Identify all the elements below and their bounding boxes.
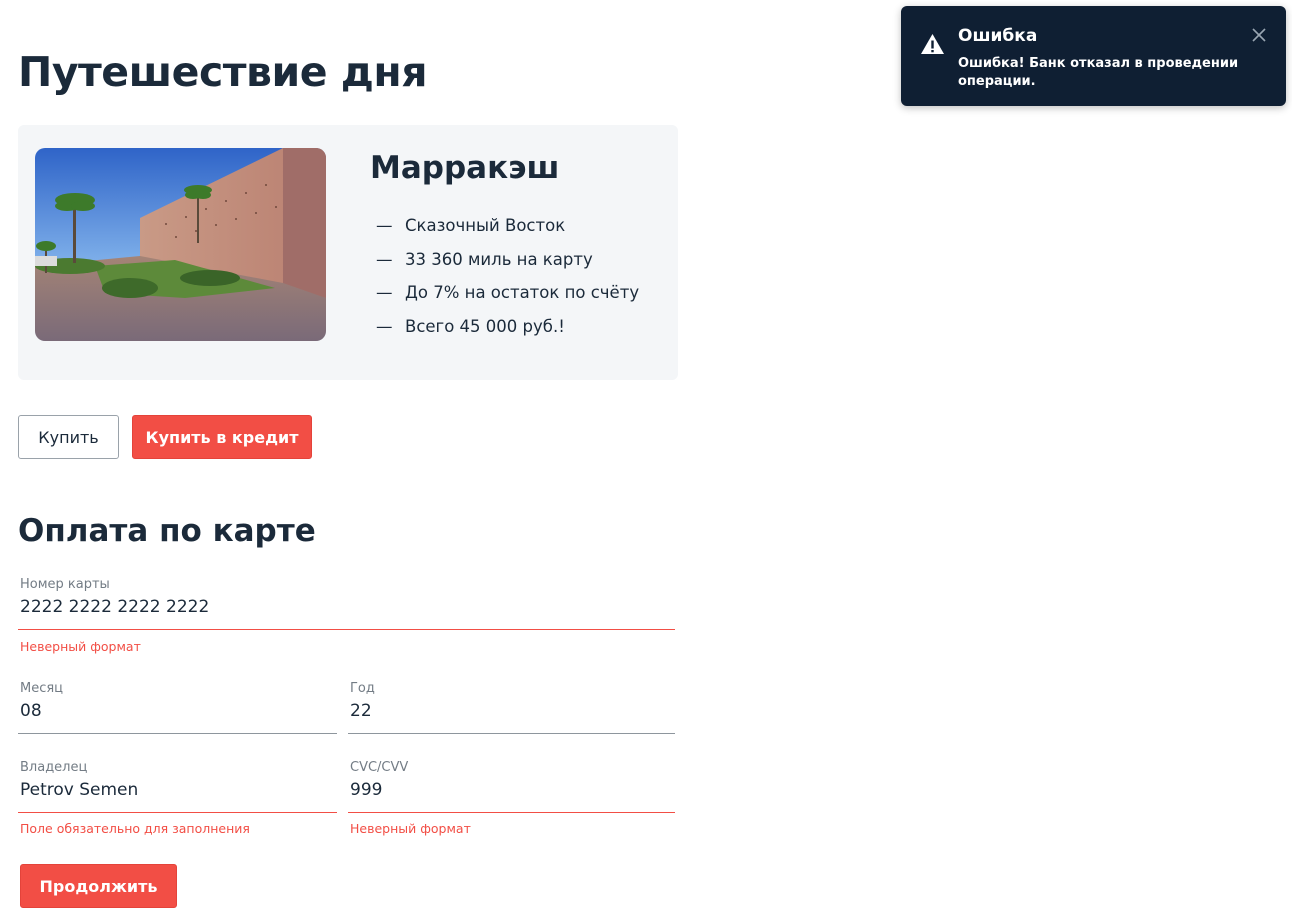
feature-dash: — <box>376 216 393 235</box>
month-label: Месяц <box>20 681 64 696</box>
tour-image <box>35 148 326 341</box>
notification-title: Ошибка <box>958 26 1038 46</box>
tour-features: — Сказочный Восток —33 360 миль на карту … <box>376 215 639 349</box>
owner-error: Поле обязательно для заполнения <box>20 821 250 836</box>
cvc-underline <box>348 812 675 813</box>
close-icon[interactable] <box>1250 26 1268 44</box>
month-input[interactable]: 08 <box>20 701 42 721</box>
owner-underline <box>18 812 337 813</box>
feature-dash: — <box>376 283 393 302</box>
buy-button[interactable]: Купить <box>18 415 119 459</box>
card-number-input[interactable]: 2222 2222 2222 2222 <box>20 597 209 617</box>
feature-item: — Всего 45 000 руб.! <box>376 316 639 350</box>
feature-text: До 7% на остаток по счёту <box>405 283 640 302</box>
page-title: Путешествие дня <box>18 48 428 96</box>
card-number-underline <box>18 629 675 630</box>
feature-text: Всего 45 000 руб.! <box>405 316 565 336</box>
cvc-input[interactable]: 999 <box>350 780 382 800</box>
card-number-field[interactable]: Номер карты 2222 2222 2222 2222 Неверный… <box>18 575 675 657</box>
card-number-error: Неверный формат <box>20 639 141 654</box>
feature-text: Сказочный Восток <box>405 216 566 235</box>
notification-message: Ошибка! Банк отказал в проведении операц… <box>958 56 1239 89</box>
year-label: Год <box>350 681 375 696</box>
warning-icon <box>921 34 944 54</box>
year-input[interactable]: 22 <box>350 701 372 721</box>
error-notification: Ошибка Ошибка! Банк отказал в проведении… <box>901 6 1286 106</box>
owner-field[interactable]: Владелец Petrov Semen Поле обязательно д… <box>18 758 337 840</box>
cvc-error: Неверный формат <box>350 821 471 836</box>
payment-title: Оплата по карте <box>18 513 316 549</box>
tour-city: Марракэш <box>370 150 560 186</box>
month-underline <box>18 733 337 734</box>
tour-card: Марракэш — Сказочный Восток — 33 360 миль … <box>18 125 678 380</box>
owner-input[interactable]: Petrov Semen <box>20 780 138 800</box>
continue-button[interactable]: Продолжить <box>20 864 177 908</box>
buy-credit-button[interactable]: Купить в кредит <box>132 415 312 459</box>
cvc-label: CVC/CVV <box>350 760 409 775</box>
feature-item: — 33 360 миль на карту <box>376 249 639 283</box>
feature-item: — До 7% на остаток по счёту <box>376 282 639 316</box>
year-field[interactable]: Год 22 <box>348 679 675 735</box>
month-field[interactable]: Месяц 08 <box>18 679 337 735</box>
feature-text: 33 360 миль на карту <box>405 249 593 269</box>
feature-item: — Сказочный Восток <box>376 215 639 249</box>
page: Путешествие дня Марракэш — Сказочный Вос… <box>0 0 1292 919</box>
owner-label: Владелец <box>20 760 88 775</box>
feature-dash: — <box>376 316 393 336</box>
cvc-field[interactable]: CVC/CVV 999 Неверный формат <box>348 758 675 840</box>
card-number-label: Номер карты <box>20 577 110 592</box>
year-underline <box>348 733 675 734</box>
feature-dash: — <box>376 249 393 269</box>
